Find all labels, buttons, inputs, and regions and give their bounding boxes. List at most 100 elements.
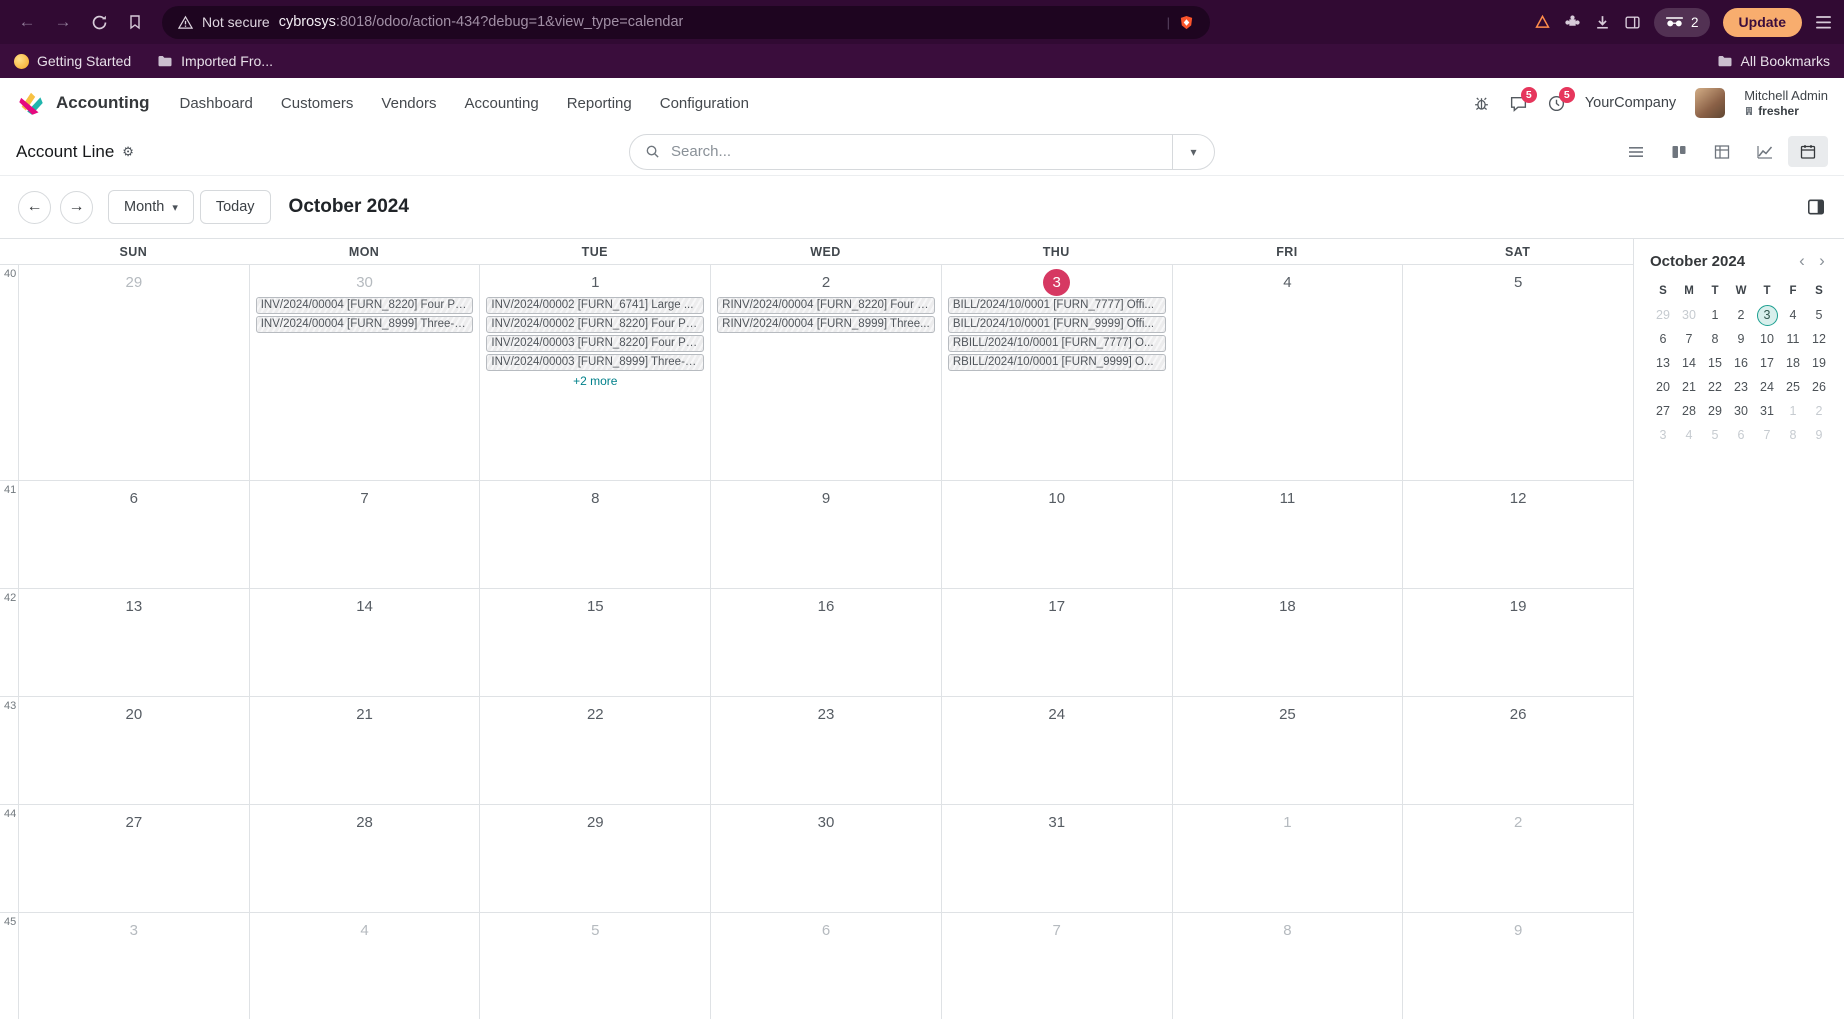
mini-day-14[interactable]: 14 — [1676, 351, 1702, 375]
extensions-icon[interactable] — [1564, 14, 1581, 31]
company-switcher[interactable]: YourCompany — [1585, 95, 1676, 111]
calendar-event[interactable]: RINV/2024/00004 [FURN_8999] Three... — [717, 316, 935, 333]
bookmark-item[interactable]: Getting Started — [14, 53, 131, 69]
side-panel-icon[interactable] — [1624, 14, 1641, 31]
mini-day-15[interactable]: 15 — [1702, 351, 1728, 375]
mini-day-24[interactable]: 24 — [1754, 375, 1780, 399]
calendar-event[interactable]: RINV/2024/00004 [FURN_8220] Four P... — [717, 297, 935, 314]
nav-menu-vendors[interactable]: Vendors — [381, 95, 436, 112]
calendar-event[interactable]: INV/2024/00003 [FURN_8999] Three-S... — [486, 354, 704, 371]
forward-button[interactable]: → — [48, 7, 78, 37]
mini-day-19[interactable]: 19 — [1806, 351, 1832, 375]
mini-day-8[interactable]: 8 — [1780, 423, 1806, 447]
mini-day-23[interactable]: 23 — [1728, 375, 1754, 399]
today-button[interactable]: Today — [200, 190, 271, 224]
day-cell-29[interactable]: 29 — [18, 265, 249, 480]
mini-prev-button[interactable]: ‹ — [1792, 251, 1812, 271]
reload-button[interactable] — [84, 7, 114, 37]
breadcrumb[interactable]: Account Line — [16, 142, 114, 162]
day-cell-2[interactable]: 2 — [1402, 805, 1633, 912]
mini-day-1[interactable]: 1 — [1780, 399, 1806, 423]
mini-day-9[interactable]: 9 — [1806, 423, 1832, 447]
scale-selector[interactable]: Month ▾ — [108, 190, 194, 224]
mini-day-4[interactable]: 4 — [1780, 303, 1806, 327]
day-cell-28[interactable]: 28 — [249, 805, 480, 912]
sidebar-toggle-button[interactable] — [1806, 197, 1826, 217]
action-gear-icon[interactable]: ⚙ — [122, 144, 134, 160]
mini-day-2[interactable]: 2 — [1806, 399, 1832, 423]
address-bar[interactable]: Not secure cybrosys:8018/odoo/action-434… — [162, 6, 1210, 39]
day-cell-8[interactable]: 8 — [1172, 913, 1403, 1019]
day-cell-6[interactable]: 6 — [18, 481, 249, 588]
day-cell-9[interactable]: 9 — [1402, 913, 1633, 1019]
day-cell-16[interactable]: 16 — [710, 589, 941, 696]
mini-day-28[interactable]: 28 — [1676, 399, 1702, 423]
mini-day-30[interactable]: 30 — [1728, 399, 1754, 423]
day-cell-24[interactable]: 24 — [941, 697, 1172, 804]
avatar[interactable] — [1695, 88, 1725, 118]
calendar-event[interactable]: INV/2024/00002 [FURN_8220] Four Pe... — [486, 316, 704, 333]
mini-day-26[interactable]: 26 — [1806, 375, 1832, 399]
day-cell-7[interactable]: 7 — [249, 481, 480, 588]
bookmark-item[interactable]: Imported Fro... — [157, 53, 273, 69]
calendar-event[interactable]: BILL/2024/10/0001 [FURN_9999] Offi... — [948, 316, 1166, 333]
mini-day-5[interactable]: 5 — [1806, 303, 1832, 327]
mini-day-7[interactable]: 7 — [1676, 327, 1702, 351]
day-cell-8[interactable]: 8 — [479, 481, 710, 588]
day-cell-3[interactable]: 3BILL/2024/10/0001 [FURN_7777] Offi...BI… — [941, 265, 1172, 480]
accounting-app-icon[interactable] — [16, 88, 46, 118]
day-cell-27[interactable]: 27 — [18, 805, 249, 912]
calendar-event[interactable]: INV/2024/00003 [FURN_8220] Four Pe... — [486, 335, 704, 352]
debug-bug-button[interactable] — [1473, 95, 1490, 112]
nav-menu-configuration[interactable]: Configuration — [660, 95, 749, 112]
day-cell-19[interactable]: 19 — [1402, 589, 1633, 696]
day-cell-5[interactable]: 5 — [479, 913, 710, 1019]
calendar-event[interactable]: INV/2024/00004 [FURN_8999] Three-S... — [256, 316, 474, 333]
mini-day-29[interactable]: 29 — [1702, 399, 1728, 423]
day-cell-13[interactable]: 13 — [18, 589, 249, 696]
mini-day-27[interactable]: 27 — [1650, 399, 1676, 423]
mini-day-12[interactable]: 12 — [1806, 327, 1832, 351]
nav-menu-accounting[interactable]: Accounting — [464, 95, 538, 112]
day-cell-30[interactable]: 30INV/2024/00004 [FURN_8220] Four Pe...I… — [249, 265, 480, 480]
browser-menu-icon[interactable] — [1815, 15, 1832, 30]
calendar-event[interactable]: INV/2024/00002 [FURN_6741] Large ... — [486, 297, 704, 314]
downloads-icon[interactable] — [1594, 14, 1611, 31]
mini-day-21[interactable]: 21 — [1676, 375, 1702, 399]
day-cell-30[interactable]: 30 — [710, 805, 941, 912]
mini-day-3[interactable]: 3 — [1650, 423, 1676, 447]
calendar-event[interactable]: RBILL/2024/10/0001 [FURN_9999] O... — [948, 354, 1166, 371]
mini-day-6[interactable]: 6 — [1728, 423, 1754, 447]
app-name[interactable]: Accounting — [56, 93, 150, 113]
nav-menu-dashboard[interactable]: Dashboard — [180, 95, 253, 112]
day-cell-25[interactable]: 25 — [1172, 697, 1403, 804]
day-cell-1[interactable]: 1INV/2024/00002 [FURN_6741] Large ...INV… — [479, 265, 710, 480]
mini-day-8[interactable]: 8 — [1702, 327, 1728, 351]
mini-day-30[interactable]: 30 — [1676, 303, 1702, 327]
pivot-view-button[interactable] — [1702, 136, 1742, 167]
day-cell-23[interactable]: 23 — [710, 697, 941, 804]
brave-shield-icon[interactable] — [1179, 14, 1194, 31]
calendar-view-button[interactable] — [1788, 136, 1828, 167]
day-cell-26[interactable]: 26 — [1402, 697, 1633, 804]
mini-day-1[interactable]: 1 — [1702, 303, 1728, 327]
back-button[interactable]: ← — [12, 7, 42, 37]
mini-day-13[interactable]: 13 — [1650, 351, 1676, 375]
day-cell-3[interactable]: 3 — [18, 913, 249, 1019]
mini-next-button[interactable]: › — [1812, 251, 1832, 271]
mini-day-31[interactable]: 31 — [1754, 399, 1780, 423]
day-cell-15[interactable]: 15 — [479, 589, 710, 696]
day-cell-22[interactable]: 22 — [479, 697, 710, 804]
list-view-button[interactable] — [1616, 136, 1656, 167]
mini-day-3[interactable]: 3 — [1754, 303, 1780, 327]
mini-day-11[interactable]: 11 — [1780, 327, 1806, 351]
mini-day-16[interactable]: 16 — [1728, 351, 1754, 375]
mini-day-20[interactable]: 20 — [1650, 375, 1676, 399]
day-cell-6[interactable]: 6 — [710, 913, 941, 1019]
day-cell-21[interactable]: 21 — [249, 697, 480, 804]
day-cell-7[interactable]: 7 — [941, 913, 1172, 1019]
day-cell-11[interactable]: 11 — [1172, 481, 1403, 588]
nav-menu-customers[interactable]: Customers — [281, 95, 354, 112]
day-cell-1[interactable]: 1 — [1172, 805, 1403, 912]
mini-day-18[interactable]: 18 — [1780, 351, 1806, 375]
